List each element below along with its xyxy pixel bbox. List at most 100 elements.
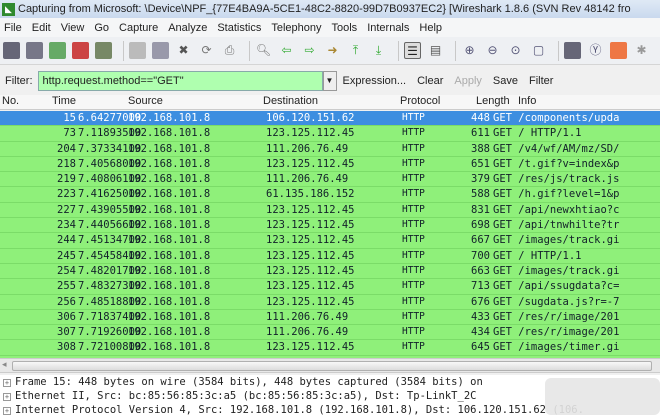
packet-source: 192.168.101.8 bbox=[128, 310, 211, 323]
packet-row[interactable]: 256 7.48518800 192.168.101.8 123.125.112.45… bbox=[0, 294, 660, 310]
print-icon[interactable]: ⎙ bbox=[221, 42, 238, 59]
interfaces-icon[interactable] bbox=[3, 42, 20, 59]
display-filter-input[interactable]: http.request.method=="GET" bbox=[37, 71, 323, 91]
packet-length: 588 bbox=[471, 188, 490, 201]
packet-info: GET /api/newxhtiao?c bbox=[493, 203, 620, 216]
zoom-out-icon[interactable]: ⊖ bbox=[484, 42, 501, 59]
packet-row[interactable]: 254 7.48201700 192.168.101.8 123.125.112.45… bbox=[0, 263, 660, 280]
close-file-icon[interactable]: ✖ bbox=[175, 42, 192, 59]
packet-row[interactable]: 307 7.71926000 192.168.101.8 111.206.76.49 H… bbox=[0, 325, 660, 341]
packet-row[interactable]: 245 7.45458400 192.168.101.8 123.125.112.45… bbox=[0, 248, 660, 264]
expression-button[interactable]: Expression... bbox=[343, 75, 407, 87]
find-packet-icon[interactable]: 🔍︎ bbox=[255, 42, 272, 59]
menu-telephony[interactable]: Telephony bbox=[271, 22, 321, 34]
packet-destination: 123.125.112.45 bbox=[266, 234, 355, 247]
zoom-in-icon[interactable]: ⊕ bbox=[461, 42, 478, 59]
packet-row[interactable]: 204 7.37334100 192.168.101.8 111.206.76.49 H… bbox=[0, 141, 660, 157]
packet-row[interactable]: 223 7.41625000 192.168.101.8 61.135.186.152… bbox=[0, 187, 660, 203]
open-file-icon[interactable] bbox=[129, 42, 146, 59]
filter-dropdown-button[interactable]: ▼ bbox=[322, 71, 337, 91]
expand-icon[interactable]: + bbox=[3, 393, 11, 401]
packet-length: 676 bbox=[471, 295, 490, 308]
packet-length: 667 bbox=[471, 234, 490, 247]
save-file-icon[interactable] bbox=[152, 42, 169, 59]
column-protocol[interactable]: Protocol bbox=[400, 95, 440, 107]
packet-info: GET /v4/wf/AM/mz/SD/ bbox=[493, 142, 620, 155]
display-filters-icon[interactable]: Ⓨ bbox=[587, 42, 604, 59]
go-forward-icon[interactable]: ⇨ bbox=[301, 42, 318, 59]
column-time[interactable]: Time bbox=[52, 95, 76, 107]
column-info[interactable]: Info bbox=[518, 95, 536, 107]
restart-capture-icon[interactable] bbox=[95, 42, 112, 59]
coloring-rules-icon[interactable] bbox=[610, 42, 627, 59]
column-destination[interactable]: Destination bbox=[263, 95, 318, 107]
start-capture-icon[interactable] bbox=[49, 42, 66, 59]
menu-view[interactable]: View bbox=[61, 22, 85, 34]
colorize-icon[interactable]: ☰ bbox=[404, 42, 421, 59]
clear-button[interactable]: Clear bbox=[417, 75, 443, 87]
detail-text: Internet Protocol Version 4, Src: 192.16… bbox=[15, 404, 584, 416]
reload-icon[interactable]: ⟳ bbox=[198, 42, 215, 59]
preferences-icon[interactable]: ✱ bbox=[633, 42, 650, 59]
packet-row[interactable]: 244 7.45134700 192.168.101.8 123.125.112.45… bbox=[0, 233, 660, 249]
menu-analyze[interactable]: Analyze bbox=[168, 22, 207, 34]
menu-capture[interactable]: Capture bbox=[119, 22, 158, 34]
column-no[interactable]: No. bbox=[2, 95, 19, 107]
menu-statistics[interactable]: Statistics bbox=[217, 22, 261, 34]
menu-tools[interactable]: Tools bbox=[332, 22, 358, 34]
horizontal-scrollbar[interactable]: ◂ bbox=[0, 358, 660, 373]
packet-source: 192.168.101.8 bbox=[128, 127, 211, 140]
packet-no: 15 bbox=[63, 112, 76, 124]
expand-icon[interactable]: + bbox=[3, 379, 11, 387]
packet-row[interactable]: 218 7.40568000 192.168.101.8 123.125.112.45… bbox=[0, 156, 660, 173]
packet-info: GET /res/r/image/201 bbox=[493, 326, 620, 339]
stop-capture-icon[interactable] bbox=[72, 42, 89, 59]
scrollbar-thumb[interactable] bbox=[12, 361, 652, 371]
detail-text: Frame 15: 448 bytes on wire (3584 bits),… bbox=[15, 376, 483, 388]
packet-no: 73 bbox=[63, 127, 76, 140]
menu-internals[interactable]: Internals bbox=[367, 22, 409, 34]
packet-row[interactable]: 308 7.72100800 192.168.101.8 123.125.112.45… bbox=[0, 340, 660, 356]
menu-edit[interactable]: Edit bbox=[32, 22, 51, 34]
column-length[interactable]: Length bbox=[476, 95, 510, 107]
packet-row[interactable]: 219 7.40806100 192.168.101.8 111.206.76.49 H… bbox=[0, 172, 660, 188]
packet-row[interactable]: 234 7.44056600 192.168.101.8 123.125.112.45… bbox=[0, 218, 660, 234]
packet-row[interactable]: 255 7.48327300 192.168.101.8 123.125.112.45… bbox=[0, 279, 660, 295]
packet-row[interactable]: 227 7.43905500 192.168.101.8 123.125.112.45… bbox=[0, 202, 660, 219]
packet-row[interactable]: 306 7.71837400 192.168.101.8 111.206.76.49 H… bbox=[0, 309, 660, 326]
packet-info: GET / HTTP/1.1 bbox=[493, 249, 582, 262]
packet-source: 192.168.101.8 bbox=[128, 234, 211, 247]
apply-button[interactable]: Apply bbox=[454, 75, 482, 87]
normal-size-icon[interactable]: ⊙ bbox=[507, 42, 524, 59]
packet-destination: 123.125.112.45 bbox=[266, 280, 355, 293]
packet-row[interactable]: 73 7.11893500 192.168.101.8 123.125.112.45 H… bbox=[0, 126, 660, 142]
packet-length: 388 bbox=[471, 142, 490, 155]
detail-text: Ethernet II, Src: bc:85:56:85:3c:a5 (bc:… bbox=[15, 390, 477, 402]
filter-button[interactable]: Filter bbox=[529, 75, 553, 87]
column-source[interactable]: Source bbox=[128, 95, 163, 107]
packet-source: 192.168.101.8 bbox=[128, 280, 211, 293]
packet-no: 245 bbox=[57, 249, 76, 262]
capture-filters-icon[interactable] bbox=[564, 42, 581, 59]
packet-list: 15 6.64277000 192.168.101.8 106.120.151.62 H… bbox=[0, 111, 660, 372]
go-last-icon[interactable]: ⤓ bbox=[370, 42, 387, 59]
menu-go[interactable]: Go bbox=[94, 22, 109, 34]
packet-destination: 111.206.76.49 bbox=[266, 142, 349, 155]
packet-source: 192.168.101.8 bbox=[128, 188, 211, 201]
menu-help[interactable]: Help bbox=[419, 22, 442, 34]
resize-columns-icon[interactable]: ▢ bbox=[530, 42, 547, 59]
expand-icon[interactable]: + bbox=[3, 407, 11, 415]
go-back-icon[interactable]: ⇦ bbox=[278, 42, 295, 59]
auto-scroll-icon[interactable]: ▤ bbox=[427, 42, 444, 59]
packet-row[interactable]: 15 6.64277000 192.168.101.8 106.120.151.62 H… bbox=[0, 111, 660, 127]
packet-length: 831 bbox=[471, 203, 490, 216]
go-to-packet-icon[interactable]: ➜ bbox=[324, 42, 341, 59]
packet-destination: 123.125.112.45 bbox=[266, 157, 355, 170]
packet-source: 192.168.101.8 bbox=[128, 142, 211, 155]
save-button[interactable]: Save bbox=[493, 75, 518, 87]
capture-options-icon[interactable] bbox=[26, 42, 43, 59]
packet-no: 306 bbox=[57, 310, 76, 323]
go-first-icon[interactable]: ⤒ bbox=[347, 42, 364, 59]
menu-file[interactable]: File bbox=[4, 22, 22, 34]
scroll-left-icon[interactable]: ◂ bbox=[2, 359, 7, 370]
